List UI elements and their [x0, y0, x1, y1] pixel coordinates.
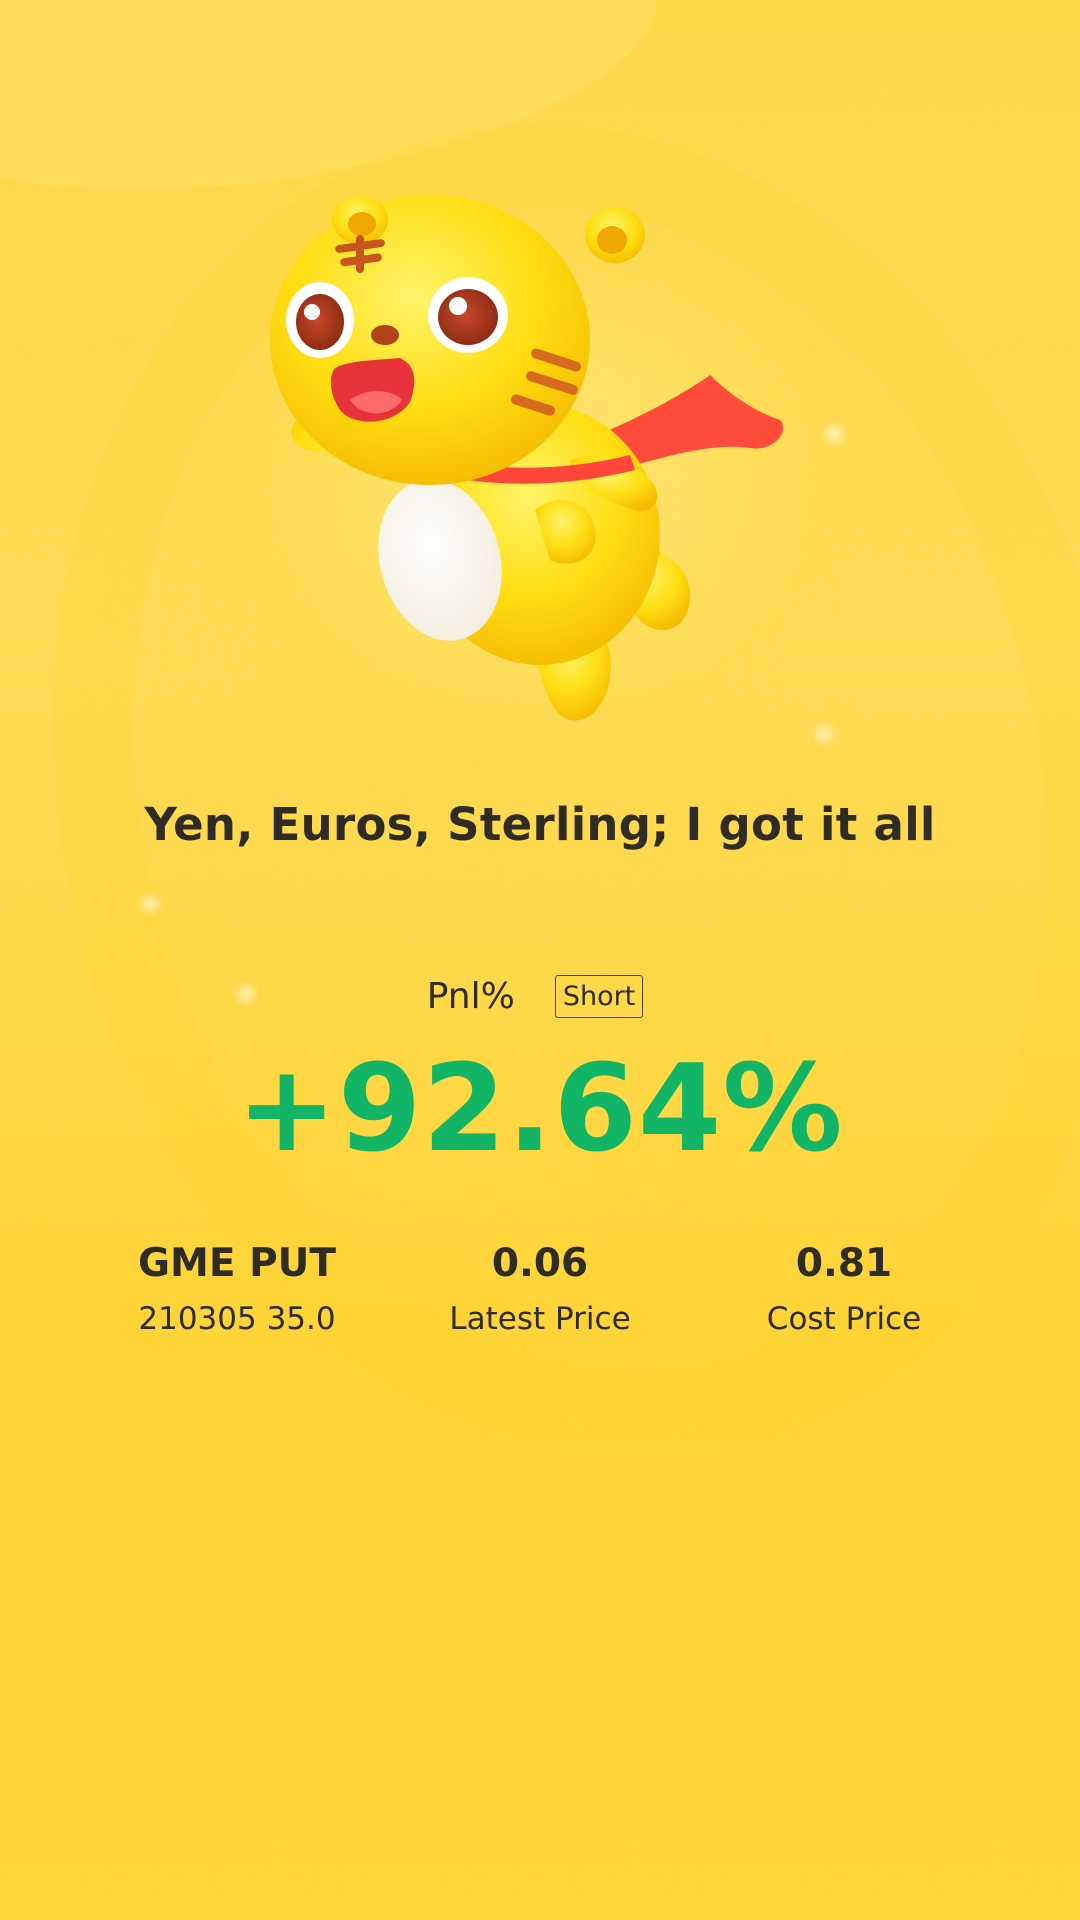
symbol-stat: GME PUT 210305 35.0: [77, 1240, 397, 1338]
latest-price-label: Latest Price: [449, 1300, 631, 1337]
position-stats: GME PUT 210305 35.0 0.06 Latest Price 0.…: [0, 1240, 1080, 1360]
direction-badge: Short: [554, 975, 644, 1019]
sparkle-icon: [810, 720, 838, 748]
latest-price-stat: 0.06 Latest Price: [380, 1240, 700, 1338]
pnl-percentage: +92.64%: [236, 1040, 844, 1179]
symbol-name: GME PUT: [138, 1241, 336, 1286]
cost-price-label: Cost Price: [766, 1300, 922, 1337]
pnl-label: Pnl%: [426, 976, 515, 1018]
contract-detail: 210305 35.0: [138, 1300, 336, 1337]
slogan-heading: Yen, Euros, Sterling; I got it all: [144, 798, 936, 851]
cost-price-value: 0.81: [795, 1241, 893, 1286]
latest-price-value: 0.06: [491, 1241, 589, 1286]
cost-price-stat: 0.81 Cost Price: [684, 1240, 1004, 1338]
sparkle-icon: [820, 420, 848, 448]
sparkle-icon: [136, 890, 164, 918]
pnl-header: Pnl% Short: [0, 975, 1080, 1019]
tiger-mascot-icon: [270, 195, 784, 721]
